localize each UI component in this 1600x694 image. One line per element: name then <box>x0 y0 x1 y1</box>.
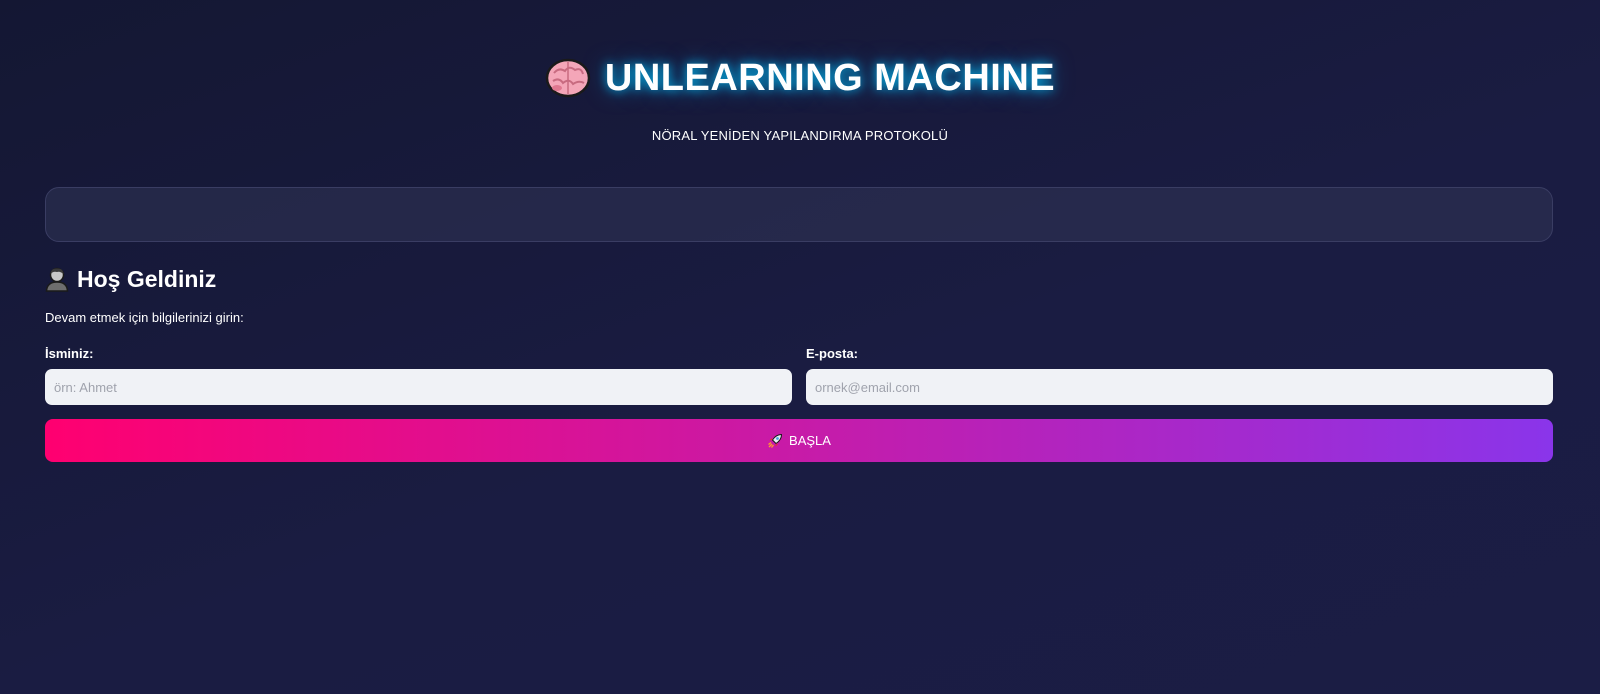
email-input[interactable] <box>806 369 1553 405</box>
name-input[interactable] <box>45 369 792 405</box>
email-field-label: E-posta: <box>806 346 858 361</box>
banner-box <box>45 187 1553 242</box>
name-field-label: İsminiz: <box>45 346 94 361</box>
page-title: UNLEARNING MACHINE <box>604 56 1056 99</box>
app-header: UNLEARNING MACHINE NÖRAL YENİDEN YAPILAN… <box>0 48 1600 143</box>
person-icon <box>45 266 69 292</box>
brain-icon <box>545 57 591 99</box>
rocket-icon <box>767 433 783 449</box>
start-button[interactable]: BAŞLA <box>45 419 1553 462</box>
page-subtitle: NÖRAL YENİDEN YAPILANDIRMA PROTOKOLÜ <box>651 128 949 143</box>
title-row: UNLEARNING MACHINE <box>545 48 1055 108</box>
start-button-label: BAŞLA <box>789 433 831 448</box>
welcome-title: Hoş Geldiniz <box>77 265 217 292</box>
welcome-heading: Hoş Geldiniz <box>45 264 216 294</box>
instructions-text: Devam etmek için bilgilerinizi girin: <box>45 310 244 325</box>
